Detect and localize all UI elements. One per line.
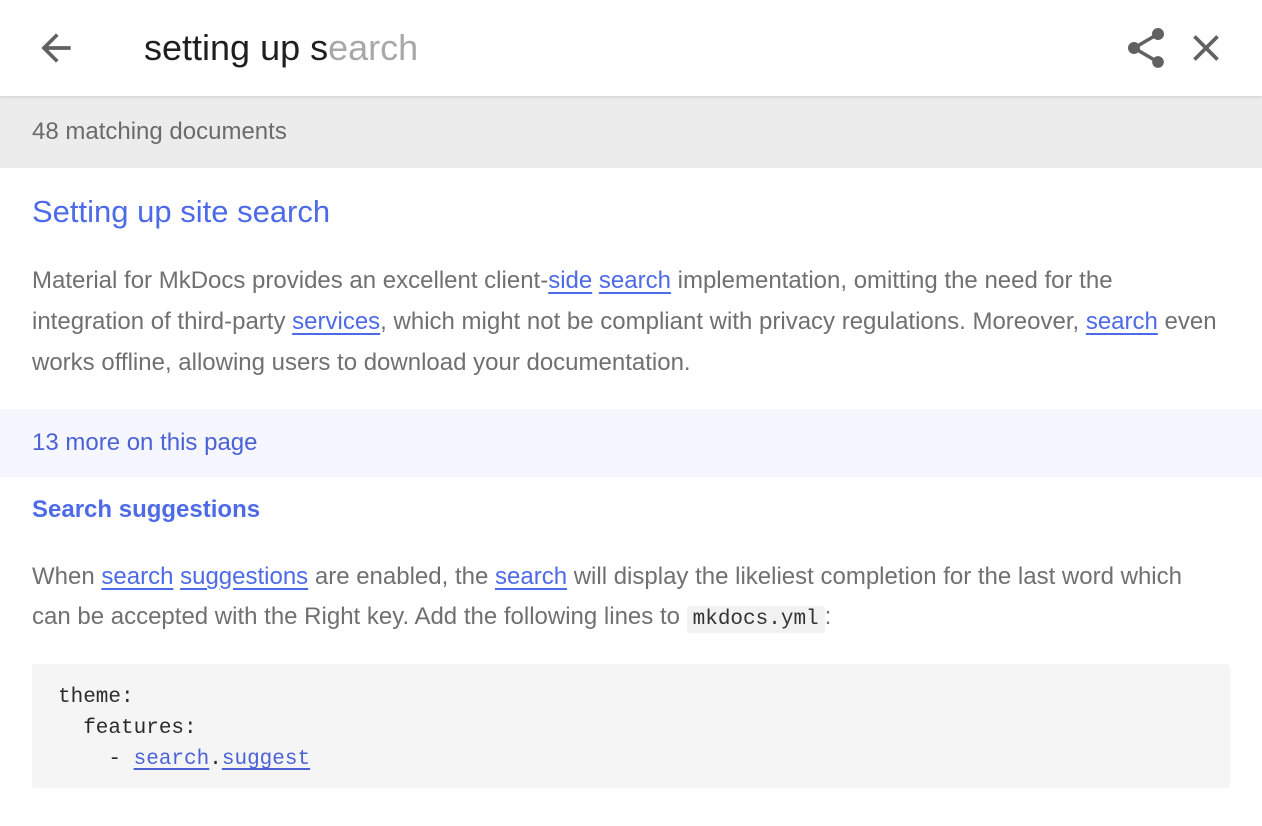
more-results-label: 13 more on this page [32, 429, 258, 456]
result-excerpt: Material for MkDocs provides an excellen… [32, 260, 1222, 383]
highlighted-term-link[interactable]: search [101, 563, 173, 590]
back-button[interactable] [34, 26, 78, 70]
share-button[interactable] [1122, 24, 1170, 72]
highlighted-term-link[interactable]: services [292, 308, 380, 335]
section-title-link[interactable]: Search suggestions [32, 494, 260, 526]
highlighted-term-link[interactable]: search [495, 563, 567, 590]
search-query-text: setting up s [144, 27, 329, 68]
result-title-link[interactable]: Setting up site search [32, 192, 330, 232]
highlighted-term-link[interactable]: search [599, 267, 671, 294]
code-block: theme: features: - search.suggest [32, 664, 1230, 788]
code-content: theme: features: - search.suggest [58, 682, 310, 775]
share-icon [1128, 28, 1164, 68]
code-search-link[interactable]: search [134, 748, 210, 771]
close-search-button[interactable] [1184, 24, 1228, 72]
search-input[interactable]: setting up search [144, 24, 418, 72]
highlighted-term-link[interactable]: suggestions [180, 563, 308, 590]
code-dot: . [209, 748, 222, 771]
excerpt-text: When [32, 563, 102, 590]
highlighted-term-link[interactable]: search [1086, 308, 1158, 335]
code-line-1: theme: [58, 686, 134, 709]
inline-code: mkdocs.yml [686, 606, 825, 633]
excerpt-text: , which might not be compliant with priv… [380, 308, 1086, 335]
result-count: 48 matching documents [32, 118, 287, 145]
section-excerpt: When search suggestions are enabled, the… [32, 557, 1222, 640]
excerpt-text [592, 267, 599, 294]
excerpt-text: Material for MkDocs provides an excellen… [32, 267, 549, 294]
top-app-bar: setting up search [0, 0, 1262, 96]
more-results-toggle[interactable]: 13 more on this page [0, 409, 1262, 477]
arrow-left-icon [41, 33, 71, 63]
highlighted-term-link[interactable]: side [548, 267, 592, 294]
excerpt-text: are enabled, the [308, 563, 495, 590]
code-suggest-link[interactable]: suggest [222, 748, 310, 771]
search-result-meta: 48 matching documents [0, 96, 1262, 168]
close-icon [1193, 35, 1219, 61]
code-line-3-prefix: - [58, 748, 134, 771]
code-line-2: features: [58, 717, 197, 740]
search-suggestion-text: earch [328, 27, 419, 68]
excerpt-text: : [824, 603, 832, 630]
